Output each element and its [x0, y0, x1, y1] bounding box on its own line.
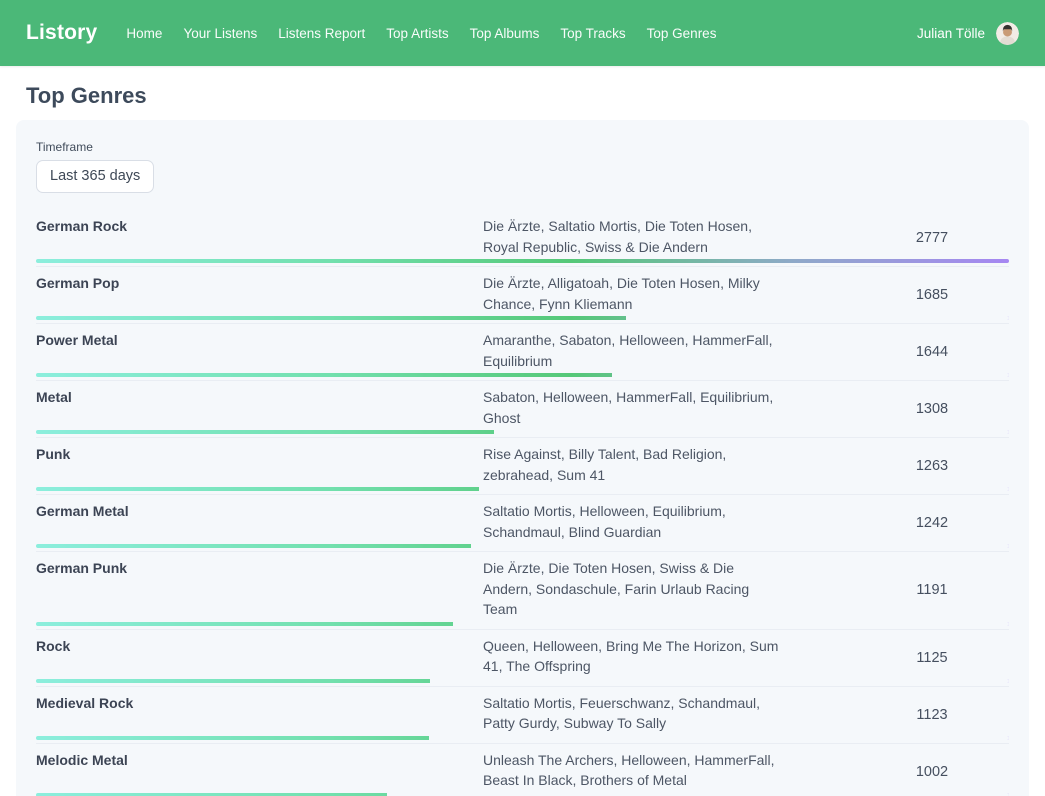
- genre-name: Power Metal: [36, 324, 483, 380]
- genre-count: 1308: [783, 381, 1009, 437]
- genre-row: German Metal Saltatio Mortis, Helloween,…: [36, 495, 1009, 552]
- nav-item-top-tracks[interactable]: Top Tracks: [560, 26, 625, 41]
- genre-row: German Pop Die Ärzte, Alligatoah, Die To…: [36, 267, 1009, 324]
- genre-artists: Die Ärzte, Alligatoah, Die Toten Hosen, …: [483, 267, 783, 323]
- user-name[interactable]: Julian Tölle: [917, 26, 985, 41]
- nav-item-top-albums[interactable]: Top Albums: [470, 26, 540, 41]
- genre-bar: [36, 316, 1009, 320]
- genre-row: Medieval Rock Saltatio Mortis, Feuerschw…: [36, 687, 1009, 744]
- genre-bar: [36, 736, 1009, 740]
- main-content: Top Genres Timeframe Last 365 days Germa…: [0, 83, 1045, 796]
- page-title: Top Genres: [26, 83, 1029, 109]
- nav-item-your-listens[interactable]: Your Listens: [183, 26, 257, 41]
- genre-bar-mask: [430, 679, 1009, 683]
- nav-item-top-genres[interactable]: Top Genres: [647, 26, 717, 41]
- app-header: Listory Home Your Listens Listens Report To…: [0, 0, 1045, 66]
- genre-count: 2777: [783, 210, 1009, 266]
- genre-name: Medieval Rock: [36, 687, 483, 743]
- user-area: Julian Tölle: [917, 22, 1019, 45]
- genre-bar-mask: [453, 622, 1009, 626]
- genre-row: Metal Sabaton, Helloween, HammerFall, Eq…: [36, 381, 1009, 438]
- genre-bar-mask: [494, 430, 1009, 434]
- user-avatar-icon[interactable]: [996, 22, 1019, 45]
- genre-bar: [36, 259, 1009, 263]
- genre-bar-mask: [479, 487, 1009, 491]
- nav-item-home[interactable]: Home: [126, 26, 162, 41]
- genre-name: German Punk: [36, 552, 483, 629]
- genre-name: Melodic Metal: [36, 744, 483, 796]
- genre-artists: Die Ärzte, Die Toten Hosen, Swiss & Die …: [483, 552, 783, 629]
- genre-row: Melodic Metal Unleash The Archers, Hello…: [36, 744, 1009, 796]
- genres-panel: Timeframe Last 365 days German Rock Die …: [16, 120, 1029, 796]
- genre-row: Punk Rise Against, Billy Talent, Bad Rel…: [36, 438, 1009, 495]
- genre-bar: [36, 793, 1009, 796]
- genre-count: 1191: [783, 552, 1009, 629]
- genre-artists: Sabaton, Helloween, HammerFall, Equilibr…: [483, 381, 783, 437]
- app-page: Listory Home Your Listens Listens Report To…: [0, 0, 1045, 796]
- genre-artists: Rise Against, Billy Talent, Bad Religion…: [483, 438, 783, 494]
- genre-artists: Queen, Helloween, Bring Me The Horizon, …: [483, 630, 783, 686]
- genre-row: German Rock Die Ärzte, Saltatio Mortis, …: [36, 210, 1009, 267]
- genre-artists: Saltatio Mortis, Helloween, Equilibrium,…: [483, 495, 783, 551]
- app-logo[interactable]: Listory: [26, 21, 97, 45]
- nav-item-listens-report[interactable]: Listens Report: [278, 26, 365, 41]
- genre-bar-mask: [471, 544, 1009, 548]
- genre-count: 1002: [783, 744, 1009, 796]
- genre-row: Power Metal Amaranthe, Sabaton, Hellowee…: [36, 324, 1009, 381]
- genre-name: German Pop: [36, 267, 483, 323]
- nav-item-top-artists[interactable]: Top Artists: [386, 26, 448, 41]
- genre-name: Punk: [36, 438, 483, 494]
- genre-artists: Saltatio Mortis, Feuerschwanz, Schandmau…: [483, 687, 783, 743]
- genre-name: Rock: [36, 630, 483, 686]
- genre-bar: [36, 679, 1009, 683]
- genre-count: 1125: [783, 630, 1009, 686]
- genre-bar: [36, 544, 1009, 548]
- genre-count: 1644: [783, 324, 1009, 380]
- genre-artists: Unleash The Archers, Helloween, HammerFa…: [483, 744, 783, 796]
- timeframe-select[interactable]: Last 365 days: [36, 160, 154, 193]
- genre-table: German Rock Die Ärzte, Saltatio Mortis, …: [36, 210, 1009, 796]
- genre-bar: [36, 373, 1009, 377]
- genre-bar-mask: [387, 793, 1009, 796]
- genre-bar: [36, 430, 1009, 434]
- genre-count: 1263: [783, 438, 1009, 494]
- genre-count: 1242: [783, 495, 1009, 551]
- genre-row: Rock Queen, Helloween, Bring Me The Hori…: [36, 630, 1009, 687]
- main-nav: Home Your Listens Listens Report Top Artist…: [126, 26, 716, 41]
- genre-bar-mask: [429, 736, 1009, 740]
- timeframe-control: Timeframe Last 365 days: [36, 140, 1009, 210]
- genre-row: German Punk Die Ärzte, Die Toten Hosen, …: [36, 552, 1009, 630]
- genre-name: Metal: [36, 381, 483, 437]
- genre-artists: Amaranthe, Sabaton, Helloween, HammerFal…: [483, 324, 783, 380]
- timeframe-label: Timeframe: [36, 140, 1009, 154]
- genre-name: German Rock: [36, 210, 483, 266]
- genre-count: 1123: [783, 687, 1009, 743]
- genre-bar-mask: [626, 316, 1009, 320]
- genre-bar-mask: [612, 373, 1009, 377]
- genre-artists: Die Ärzte, Saltatio Mortis, Die Toten Ho…: [483, 210, 783, 266]
- genre-bar: [36, 487, 1009, 491]
- genre-name: German Metal: [36, 495, 483, 551]
- genre-count: 1685: [783, 267, 1009, 323]
- genre-bar: [36, 622, 1009, 626]
